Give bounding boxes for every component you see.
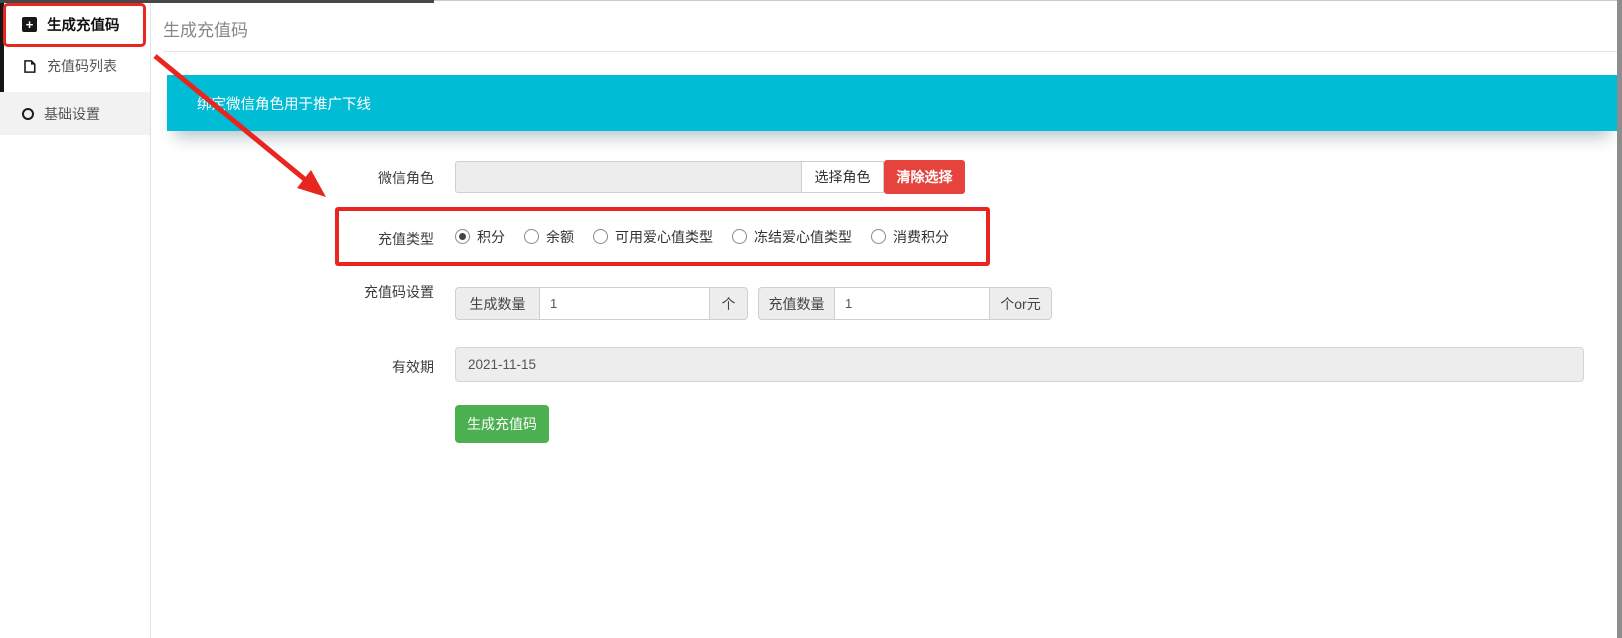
radio-option-frozen-love-value[interactable]: 冻结爱心值类型 bbox=[732, 227, 852, 247]
radio-selected-icon[interactable] bbox=[455, 229, 470, 244]
info-banner: 绑定微信角色用于推广下线 bbox=[167, 75, 1617, 131]
title-divider bbox=[163, 51, 1617, 52]
recharge-type-options: 积分 余额 可用爱心值类型 冻结爱心值类型 消费积分 bbox=[455, 207, 949, 266]
content-top-border bbox=[434, 0, 1622, 1]
radio-label: 积分 bbox=[477, 227, 505, 247]
recharge-quantity-unit: 个or元 bbox=[990, 287, 1052, 320]
info-banner-text: 绑定微信角色用于推广下线 bbox=[197, 93, 371, 114]
recharge-type-label: 充值类型 bbox=[280, 229, 434, 249]
radio-icon[interactable] bbox=[871, 229, 886, 244]
code-settings-label: 充值码设置 bbox=[280, 282, 434, 302]
radio-label: 冻结爱心值类型 bbox=[754, 227, 852, 247]
sidebar-item-code-list[interactable]: 充值码列表 bbox=[4, 44, 150, 88]
circle-icon bbox=[22, 108, 34, 120]
sidebar-item-generate-code[interactable]: + 生成充值码 bbox=[4, 2, 150, 46]
radio-icon[interactable] bbox=[524, 229, 539, 244]
wechat-role-input[interactable] bbox=[455, 161, 802, 193]
sidebar-item-label: 生成充值码 bbox=[47, 14, 120, 35]
window-top-border bbox=[0, 0, 434, 3]
generate-quantity-addon: 生成数量 bbox=[455, 287, 540, 320]
radio-option-points[interactable]: 积分 bbox=[455, 227, 505, 247]
radio-option-balance[interactable]: 余额 bbox=[524, 227, 574, 247]
validity-date-input[interactable] bbox=[455, 347, 1584, 382]
recharge-quantity-input[interactable] bbox=[835, 287, 990, 320]
sidebar-item-label: 基础设置 bbox=[44, 104, 100, 124]
recharge-quantity-addon: 充值数量 bbox=[758, 287, 835, 320]
sidebar: + 生成充值码 充值码列表 基础设置 bbox=[0, 0, 151, 638]
sidebar-item-basic-settings[interactable]: 基础设置 bbox=[0, 92, 150, 135]
generate-code-button[interactable]: 生成充值码 bbox=[455, 405, 549, 443]
page-title: 生成充值码 bbox=[163, 16, 248, 41]
radio-option-consume-points[interactable]: 消费积分 bbox=[871, 227, 949, 247]
copy-icon bbox=[22, 59, 37, 74]
radio-label: 可用爱心值类型 bbox=[615, 227, 713, 247]
radio-label: 消费积分 bbox=[893, 227, 949, 247]
generate-quantity-unit: 个 bbox=[710, 287, 748, 320]
recharge-quantity-group: 充值数量 个or元 bbox=[758, 287, 1052, 320]
clear-selection-button[interactable]: 清除选择 bbox=[884, 160, 965, 194]
generate-quantity-input[interactable] bbox=[540, 287, 710, 320]
radio-option-available-love-value[interactable]: 可用爱心值类型 bbox=[593, 227, 713, 247]
validity-label: 有效期 bbox=[280, 357, 434, 377]
generate-quantity-group: 生成数量 个 bbox=[455, 287, 748, 320]
select-role-button[interactable]: 选择角色 bbox=[801, 161, 884, 193]
sidebar-item-label: 充值码列表 bbox=[47, 56, 117, 76]
radio-icon[interactable] bbox=[593, 229, 608, 244]
plus-square-icon: + bbox=[22, 17, 37, 32]
radio-label: 余额 bbox=[546, 227, 574, 247]
window-right-border bbox=[1617, 0, 1622, 638]
wechat-role-label: 微信角色 bbox=[280, 168, 434, 188]
radio-icon[interactable] bbox=[732, 229, 747, 244]
